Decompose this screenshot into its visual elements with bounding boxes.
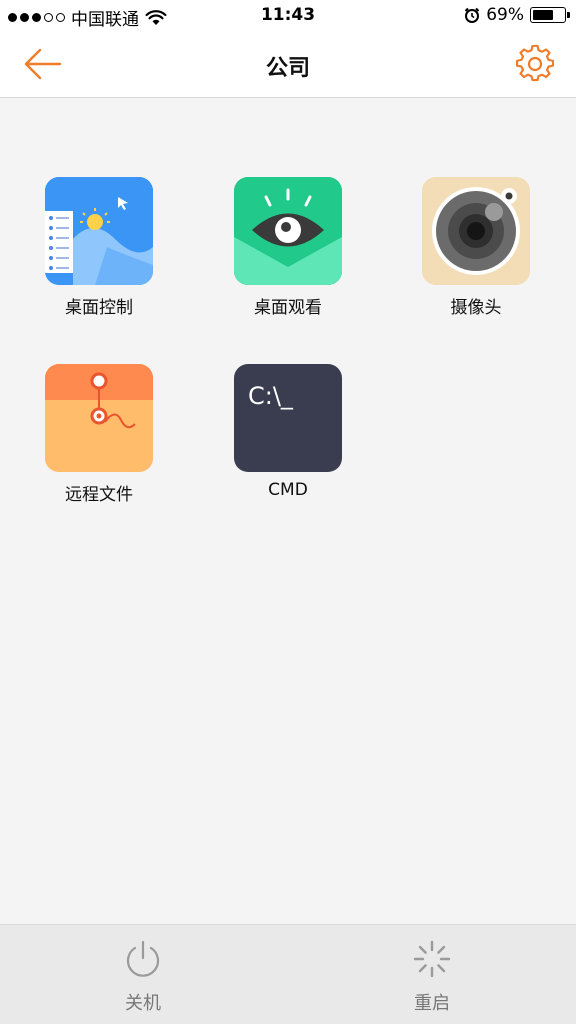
app-tile-desktop-control[interactable]: 桌面控制 xyxy=(24,177,174,318)
app-tile-desktop-view[interactable]: 桌面观看 xyxy=(213,177,363,318)
bottom-toolbar: 关机 重启 xyxy=(0,924,576,1024)
app-tile-cmd[interactable]: C:\_ CMD xyxy=(213,364,363,500)
settings-button[interactable] xyxy=(515,44,555,83)
battery-percent: 69% xyxy=(486,5,524,25)
power-icon xyxy=(126,940,160,977)
terminal-prompt: C:\_ xyxy=(248,382,293,410)
restart-label: 重启 xyxy=(414,993,450,1014)
navigation-bar: 公司 xyxy=(0,32,576,98)
restart-button[interactable]: 重启 xyxy=(377,939,487,1015)
app-tile-camera[interactable]: 摄像头 xyxy=(401,177,551,318)
alarm-clock-icon xyxy=(464,7,480,23)
app-label: 远程文件 xyxy=(65,485,133,505)
app-tile-remote-files[interactable]: 远程文件 xyxy=(24,364,174,505)
terminal-icon: C:\_ xyxy=(234,364,342,472)
desktop-control-icon xyxy=(45,177,153,285)
loading-spinner-icon xyxy=(413,940,451,978)
app-screen: 中国联通 11:43 69% 公司 桌面控制 桌面观看 摄像头 远程文件 C:\… xyxy=(0,0,576,1024)
status-bar: 中国联通 11:43 69% xyxy=(0,0,576,32)
camera-icon xyxy=(422,177,530,285)
app-label: 摄像头 xyxy=(450,298,502,318)
app-label: 桌面控制 xyxy=(65,298,133,318)
gear-icon xyxy=(515,44,555,82)
eye-icon xyxy=(234,177,342,285)
app-label: 桌面观看 xyxy=(254,298,322,318)
app-label: CMD xyxy=(268,480,308,500)
zip-file-icon xyxy=(45,364,153,472)
shutdown-label: 关机 xyxy=(125,993,161,1014)
shutdown-button[interactable]: 关机 xyxy=(88,939,198,1015)
page-title: 公司 xyxy=(265,56,310,81)
battery-icon xyxy=(530,7,570,23)
